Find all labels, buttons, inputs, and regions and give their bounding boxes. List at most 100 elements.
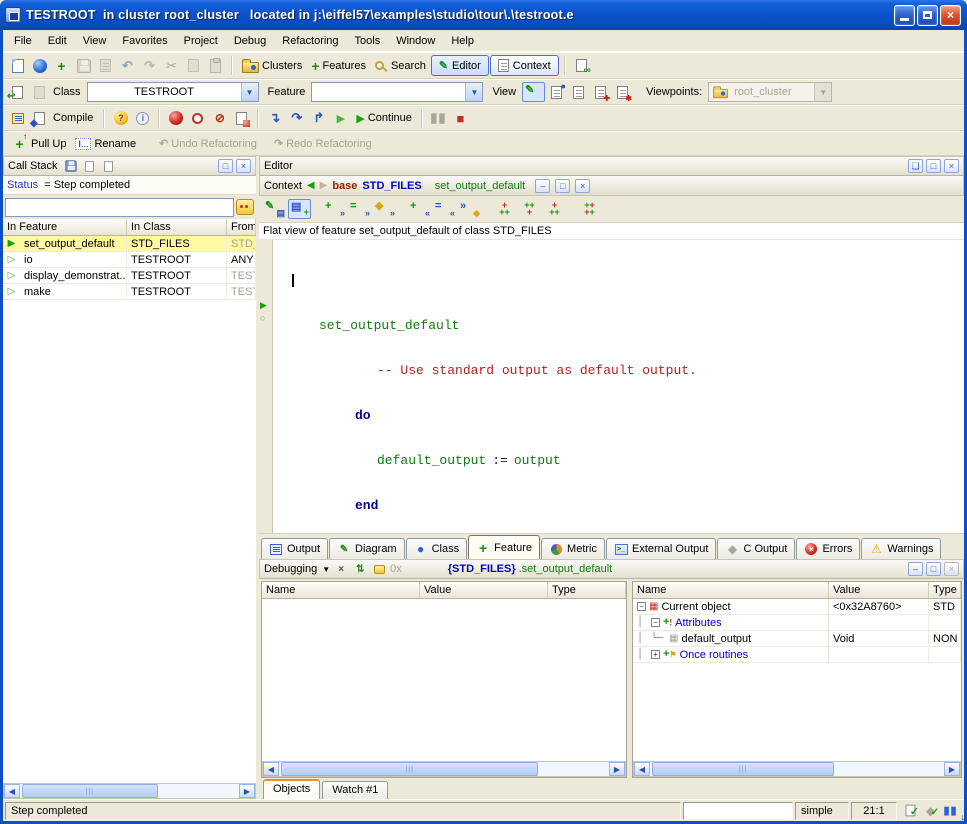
melt-question-icon[interactable]: ? (110, 108, 131, 129)
paste-icon[interactable] (205, 55, 226, 76)
tab-metric[interactable]: Metric (541, 538, 605, 559)
cut-icon[interactable]: ✂ (161, 55, 182, 76)
column-in-class[interactable]: In Class (127, 219, 227, 235)
class-combobox[interactable]: TESTROOT ▼ (87, 82, 259, 102)
clusters-button[interactable]: Clusters (238, 58, 306, 74)
bubble-icon[interactable] (371, 562, 387, 577)
menu-project[interactable]: Project (176, 32, 226, 50)
menu-refactoring[interactable]: Refactoring (274, 32, 346, 50)
watch-rows[interactable] (262, 599, 626, 761)
scroll-right-icon[interactable]: ▶ (944, 762, 960, 776)
call-stack-row[interactable]: ▷ make TESTROOT TEST (3, 284, 256, 300)
project-settings-icon[interactable] (7, 108, 28, 129)
pause-icon[interactable]: ▮▮ (428, 108, 449, 129)
ancestors-icon[interactable]: +++ (493, 199, 516, 219)
tab-output[interactable]: Output (261, 538, 328, 559)
step-into-icon[interactable]: ↴ (264, 108, 285, 129)
compile-icon[interactable]: ◆ (29, 108, 50, 129)
open-icon[interactable] (29, 55, 50, 76)
basic-view-icon[interactable]: ✎▤ (263, 199, 286, 219)
scroll-left-icon[interactable]: ◀ (263, 762, 279, 776)
features-button[interactable]: + Features (307, 58, 370, 74)
editor-maximize-icon[interactable]: □ (926, 159, 941, 173)
debugging-maximize-icon[interactable]: □ (926, 562, 941, 576)
assigners-icon[interactable]: =» (348, 199, 371, 219)
tab-objects[interactable]: Objects (263, 779, 320, 799)
call-stack-import-icon[interactable]: ↓ (101, 159, 117, 174)
add-item-icon[interactable]: + (51, 55, 72, 76)
call-stack-filter-input[interactable] (5, 198, 234, 217)
editor-restore-icon[interactable]: ❏ (908, 159, 923, 173)
context-back-icon[interactable]: ◀ (307, 180, 315, 191)
clickable-view-icon[interactable]: ● (546, 82, 567, 103)
call-stack-row[interactable]: ▷ io TESTROOT ANY (3, 252, 256, 268)
watch-column-type[interactable]: Type (548, 582, 626, 598)
object-tree-row[interactable]: − ▦ Current object <0x32A8760> STD (633, 599, 961, 615)
clients-icon[interactable]: +++ (543, 199, 566, 219)
assignees-icon[interactable]: =« (433, 199, 456, 219)
interface-view-icon[interactable]: ✱ (612, 82, 633, 103)
code-area[interactable]: ▶ ○ set_output_default -- Use standard o… (259, 240, 964, 533)
new-document-icon[interactable] (7, 55, 28, 76)
scroll-left-icon[interactable]: ◀ (4, 784, 20, 798)
call-stack-row[interactable]: ▶ set_output_default STD_FILES STD_ (3, 236, 256, 252)
exception-bubble-icon[interactable] (236, 199, 254, 215)
enable-breakpoint-icon[interactable] (165, 108, 186, 129)
context-maximize-icon[interactable]: □ (555, 179, 570, 193)
stop-icon[interactable]: ■ (450, 108, 471, 129)
save-icon[interactable] (73, 55, 94, 76)
tab-errors[interactable]: ×Errors (796, 538, 860, 559)
debugging-dropdown-icon[interactable]: ▼ (322, 565, 330, 574)
flat-view-icon[interactable]: ▤+ (288, 199, 311, 219)
back-class-icon[interactable]: ↩ (7, 82, 28, 103)
feature-combobox-arrow-icon[interactable]: ▼ (465, 83, 482, 101)
object-tree-row[interactable]: │ − +! Attributes (633, 615, 961, 631)
call-stack-save-icon[interactable] (63, 159, 79, 174)
creation-icon[interactable]: »◆ (458, 199, 481, 219)
context-minimize-icon[interactable]: – (535, 179, 550, 193)
creators-icon[interactable]: ◆» (373, 199, 396, 219)
suppliers-icon[interactable]: ++++ (578, 199, 601, 219)
context-tool-button[interactable]: Context (490, 55, 559, 76)
editor-close-icon[interactable]: × (944, 159, 959, 173)
watch-hscrollbar[interactable]: ◀ ||| ▶ (262, 761, 626, 777)
call-stack-hscrollbar[interactable]: ◀ ||| ▶ (3, 783, 256, 799)
menu-debug[interactable]: Debug (226, 32, 274, 50)
undo-icon[interactable]: ↶ (117, 55, 138, 76)
breakpoint-slot-icon[interactable]: ○ (260, 314, 265, 323)
copy-icon[interactable] (183, 55, 204, 76)
watch-column-name[interactable]: Name (262, 582, 420, 598)
column-in-feature[interactable]: In Feature (3, 219, 127, 235)
callees-icon[interactable]: +« (408, 199, 431, 219)
flat-view-icon[interactable] (568, 82, 589, 103)
tab-watch-1[interactable]: Watch #1 (322, 781, 388, 799)
menu-edit[interactable]: Edit (40, 32, 75, 50)
breadcrumb-class[interactable]: STD_FILES (362, 180, 421, 192)
save-all-icon[interactable] (95, 55, 116, 76)
context-close-icon[interactable]: × (575, 179, 590, 193)
disable-breakpoint-icon[interactable] (187, 108, 208, 129)
menu-file[interactable]: File (6, 32, 40, 50)
menu-window[interactable]: Window (388, 32, 443, 50)
menu-favorites[interactable]: Favorites (114, 32, 175, 50)
objects-hscrollbar[interactable]: ◀ ||| ▶ (633, 761, 961, 777)
pull-up-button[interactable]: +↑ Pull Up (7, 132, 70, 155)
descendants-icon[interactable]: +++ (518, 199, 541, 219)
menu-tools[interactable]: Tools (347, 32, 389, 50)
exchange-arrows-icon[interactable]: ⇅ (352, 562, 368, 577)
step-out-icon[interactable]: ↱ (308, 108, 329, 129)
continue-button[interactable]: ▶ Continue (352, 111, 416, 126)
menu-view[interactable]: View (75, 32, 115, 50)
call-stack-close-icon[interactable]: × (236, 159, 251, 173)
expand-icon[interactable]: + (651, 650, 660, 659)
link-tool-icon[interactable]: ∞ (571, 55, 592, 76)
search-button[interactable]: Search (371, 59, 430, 73)
watch-column-value[interactable]: Value (420, 582, 548, 598)
collapse-icon[interactable]: − (651, 618, 660, 627)
class-combobox-arrow-icon[interactable]: ▼ (241, 83, 258, 101)
scroll-right-icon[interactable]: ▶ (609, 762, 625, 776)
tab-external-output[interactable]: >_External Output (606, 538, 716, 559)
redo-icon[interactable]: ↷ (139, 55, 160, 76)
call-stack-row[interactable]: ▷ display_demonstrat... TESTROOT TEST (3, 268, 256, 284)
tab-warnings[interactable]: ⚠Warnings (861, 538, 941, 559)
